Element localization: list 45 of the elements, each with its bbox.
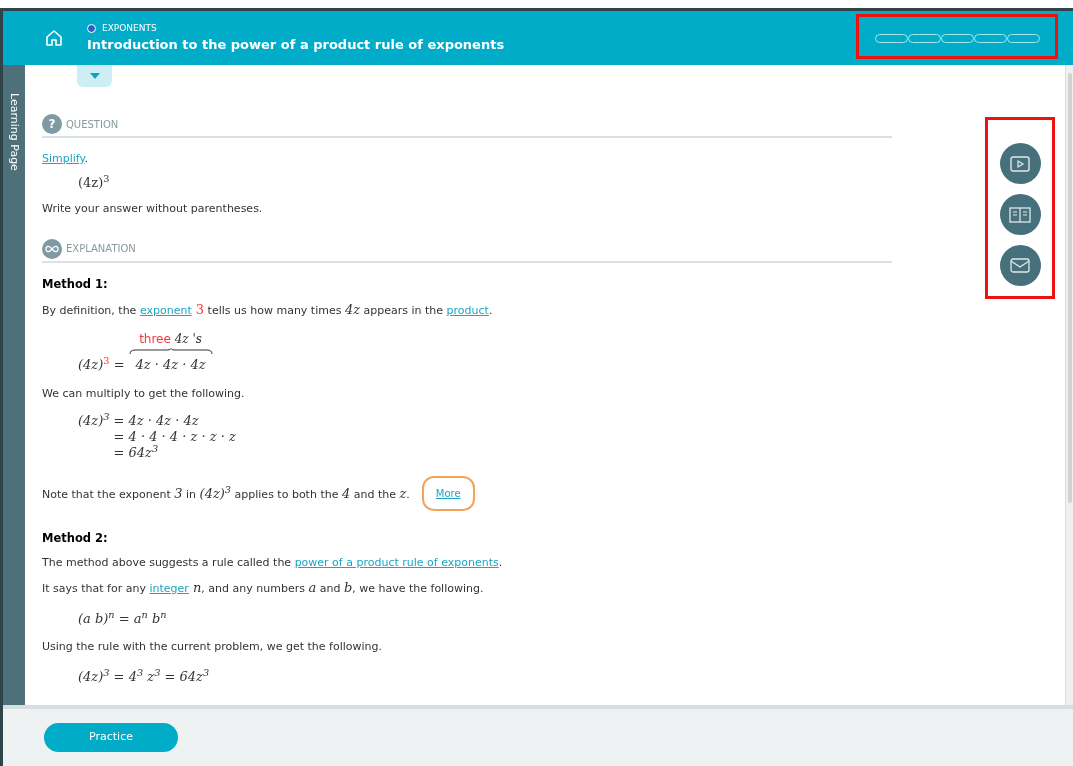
math-expression: (a b)$^{n}$ = a$^{n}$ b$^{n}$ [77,607,167,628]
math-expression: = 64z$^{3}$ [113,445,160,462]
method-heading: Method 2: [42,530,109,548]
math-expression: 4z · 4z · 4z [135,356,206,375]
lesson-title: Introduction to the power of a product rule of exponents [87,36,505,54]
term-link[interactable]: product [446,303,489,317]
practice-button[interactable]: Practice [44,723,178,752]
category-label: EXPONENTS [102,21,157,35]
side-tab-label: Learning Page [7,93,23,171]
side-tab[interactable]: Learning Page [3,65,25,705]
book-icon [1009,206,1031,223]
section-heading: EXPLANATION [66,242,136,256]
collapse-toggle[interactable] [77,65,112,87]
message-button[interactable] [999,245,1041,286]
question-prompt: Simplify. [42,151,89,167]
more-button[interactable]: More [421,476,475,512]
infinity-icon [42,238,62,259]
caret-icon [89,73,100,79]
math-expression: (4z)$^{3}$ [78,413,110,430]
question-note: Write your answer without parentheses. [42,201,264,217]
explanation-text: Note that the exponent 3 in (4z)$^{3}$ applies to both the 4 and the z. [42,484,410,503]
term-link[interactable]: exponent [139,303,192,317]
video-icon [1010,155,1030,172]
math-expression: (4z)$^{3}$ [77,172,110,192]
math-expression: = 4 · 4 · 4 · z · z · z [113,429,236,445]
explanation-text: The method above suggests a rule called the power of a product rule of exponents. [42,554,504,571]
term-link[interactable]: power of a product rule of exponents [294,555,499,569]
method-heading: Method 1: [42,275,109,293]
math-expression: (4z)$^{3}$ = 4$^{3}$ z$^{3}$ = 64z$^{3}$ [77,665,210,686]
overbrace-icon [128,348,213,356]
scrollbar[interactable] [1065,65,1073,705]
video-button[interactable] [999,143,1041,184]
math-expression: (4z)$^{3}$ = [78,355,125,375]
section-heading: QUESTION [66,117,119,132]
explanation-text: Using the rule with the current problem, we get the following. [42,639,384,655]
term-link[interactable]: integer [149,582,189,595]
math-expression: = 4z · 4z · 4z [113,413,200,430]
explanation-text: It says that for any integer n, and any numbers a and b, we have the following. [42,579,485,597]
question-icon: ? [42,114,62,134]
brace-label: three 4z 's [139,331,202,349]
home-icon[interactable] [44,28,64,48]
explanation-text: We can multiply to get the following. [42,385,246,402]
book-button[interactable] [999,194,1041,235]
envelope-icon [1010,258,1030,273]
explanation-text: By definition, the exponent 3 tells us how many times 4z appears in the product. [42,300,494,319]
